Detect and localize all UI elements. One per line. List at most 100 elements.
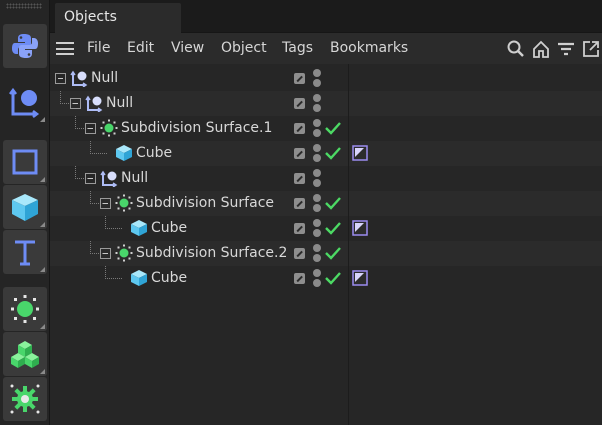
collapse-toggle-icon[interactable] xyxy=(100,248,111,259)
search-icon[interactable] xyxy=(506,39,526,59)
layer-edit-icon[interactable] xyxy=(294,223,305,234)
submenu-indicator xyxy=(40,177,45,182)
phong-tag-icon[interactable] xyxy=(352,270,368,286)
submenu-indicator xyxy=(40,117,45,122)
tab-bar: Objects xyxy=(50,0,602,33)
toolbar-grip[interactable] xyxy=(6,3,42,9)
subdivision-surface-icon xyxy=(115,244,133,262)
layer-edit-icon[interactable] xyxy=(294,198,305,209)
object-row[interactable]: Subdivision Surface.2 xyxy=(50,241,602,266)
layer-edit-icon[interactable] xyxy=(294,248,305,259)
phong-tag-icon[interactable] xyxy=(352,145,368,161)
effector-gear-icon xyxy=(10,384,40,414)
visibility-dots-icon[interactable] xyxy=(313,69,321,88)
object-row[interactable]: Null xyxy=(50,166,602,191)
enabled-check-icon[interactable] xyxy=(324,219,342,237)
text-spline-icon xyxy=(15,240,35,266)
column-divider[interactable] xyxy=(348,64,349,425)
object-row[interactable]: Subdivision Surface.1 xyxy=(50,116,602,141)
object-row[interactable]: Cube xyxy=(50,141,602,166)
visibility-dots-icon[interactable] xyxy=(313,169,321,188)
visibility-dots-icon[interactable] xyxy=(313,94,321,113)
enabled-check-icon[interactable] xyxy=(324,269,342,287)
layer-edit-icon[interactable] xyxy=(294,148,305,159)
visibility-dots-icon[interactable] xyxy=(313,244,321,263)
object-name[interactable]: Subdivision Surface.1 xyxy=(121,120,272,136)
layer-edit-icon[interactable] xyxy=(294,173,305,184)
menu-object[interactable]: Object xyxy=(221,40,267,56)
enabled-check-icon[interactable] xyxy=(324,119,342,137)
collapse-toggle-icon[interactable] xyxy=(100,198,111,209)
python-tool-button[interactable] xyxy=(3,24,47,68)
menu-view[interactable]: View xyxy=(171,40,204,56)
effector-gear-tool-button[interactable] xyxy=(3,377,47,421)
tree-connector xyxy=(105,228,122,229)
new-window-icon[interactable] xyxy=(581,39,601,59)
null-object-icon xyxy=(85,94,103,113)
menu-file[interactable]: File xyxy=(87,40,110,56)
layer-edit-icon[interactable] xyxy=(294,73,305,84)
menu-tags[interactable]: Tags xyxy=(282,40,313,56)
object-row[interactable]: Null xyxy=(50,91,602,116)
layer-edit-icon[interactable] xyxy=(294,123,305,134)
object-name[interactable]: Null xyxy=(91,70,118,86)
subdivision-surface-icon xyxy=(100,119,118,137)
object-name[interactable]: Cube xyxy=(151,220,187,236)
visibility-dots-icon[interactable] xyxy=(313,144,321,163)
object-name[interactable]: Null xyxy=(121,170,148,186)
object-row[interactable]: Null xyxy=(50,66,602,91)
layer-edit-icon[interactable] xyxy=(294,273,305,284)
visibility-dots-icon[interactable] xyxy=(313,219,321,238)
object-row[interactable]: Cube xyxy=(50,216,602,241)
subdivision-generator-tool-button[interactable] xyxy=(3,287,47,331)
submenu-indicator xyxy=(40,222,45,227)
menu-bookmarks[interactable]: Bookmarks xyxy=(330,40,408,56)
spline-rectangle-tool-button[interactable] xyxy=(3,140,47,184)
object-row[interactable]: Cube xyxy=(50,266,602,291)
null-object-icon xyxy=(70,69,88,88)
left-toolbar xyxy=(0,0,50,425)
submenu-indicator xyxy=(40,324,45,329)
subdivision-surface-icon xyxy=(115,194,133,212)
enabled-check-icon[interactable] xyxy=(324,194,342,212)
menu-bar: File Edit View Object Tags Bookmarks xyxy=(50,33,602,64)
collapse-toggle-icon[interactable] xyxy=(85,123,96,134)
object-name[interactable]: Subdivision Surface xyxy=(136,195,274,211)
python-icon xyxy=(12,34,38,58)
object-row[interactable]: Subdivision Surface xyxy=(50,191,602,216)
null-object-icon xyxy=(100,169,118,188)
layer-edit-icon[interactable] xyxy=(294,98,305,109)
object-name[interactable]: Cube xyxy=(151,270,187,286)
cube-icon xyxy=(115,144,133,162)
collapse-toggle-icon[interactable] xyxy=(70,98,81,109)
visibility-dots-icon[interactable] xyxy=(313,194,321,213)
collapse-toggle-icon[interactable] xyxy=(85,173,96,184)
object-name[interactable]: Cube xyxy=(136,145,172,161)
enabled-check-icon[interactable] xyxy=(324,144,342,162)
filter-icon[interactable] xyxy=(556,39,576,59)
null-object-tool-button[interactable] xyxy=(3,80,47,124)
cube-primitive-icon xyxy=(12,194,38,221)
home-icon[interactable] xyxy=(531,39,551,59)
tree-connector xyxy=(105,278,122,279)
submenu-indicator xyxy=(40,369,45,374)
null-object-icon xyxy=(9,87,40,118)
phong-tag-icon[interactable] xyxy=(352,220,368,236)
text-spline-tool-button[interactable] xyxy=(3,230,47,274)
visibility-dots-icon[interactable] xyxy=(313,119,321,138)
tree-connector xyxy=(90,153,107,154)
spline-rectangle-icon xyxy=(12,149,38,175)
object-name[interactable]: Subdivision Surface.2 xyxy=(136,245,287,261)
object-name[interactable]: Null xyxy=(106,95,133,111)
submenu-indicator xyxy=(40,267,45,272)
hamburger-menu-icon[interactable] xyxy=(56,42,74,55)
menu-edit[interactable]: Edit xyxy=(127,40,154,56)
cube-icon xyxy=(130,219,148,237)
object-manager-list: Null Null Subdivision Surface.1 Cube Null Sub… xyxy=(50,64,602,425)
visibility-dots-icon[interactable] xyxy=(313,269,321,288)
collapse-toggle-icon[interactable] xyxy=(55,73,66,84)
enabled-check-icon[interactable] xyxy=(324,244,342,262)
voronoi-fracture-tool-button[interactable] xyxy=(3,332,47,376)
cube-primitive-tool-button[interactable] xyxy=(3,185,47,229)
tab-objects[interactable]: Objects xyxy=(55,3,181,33)
